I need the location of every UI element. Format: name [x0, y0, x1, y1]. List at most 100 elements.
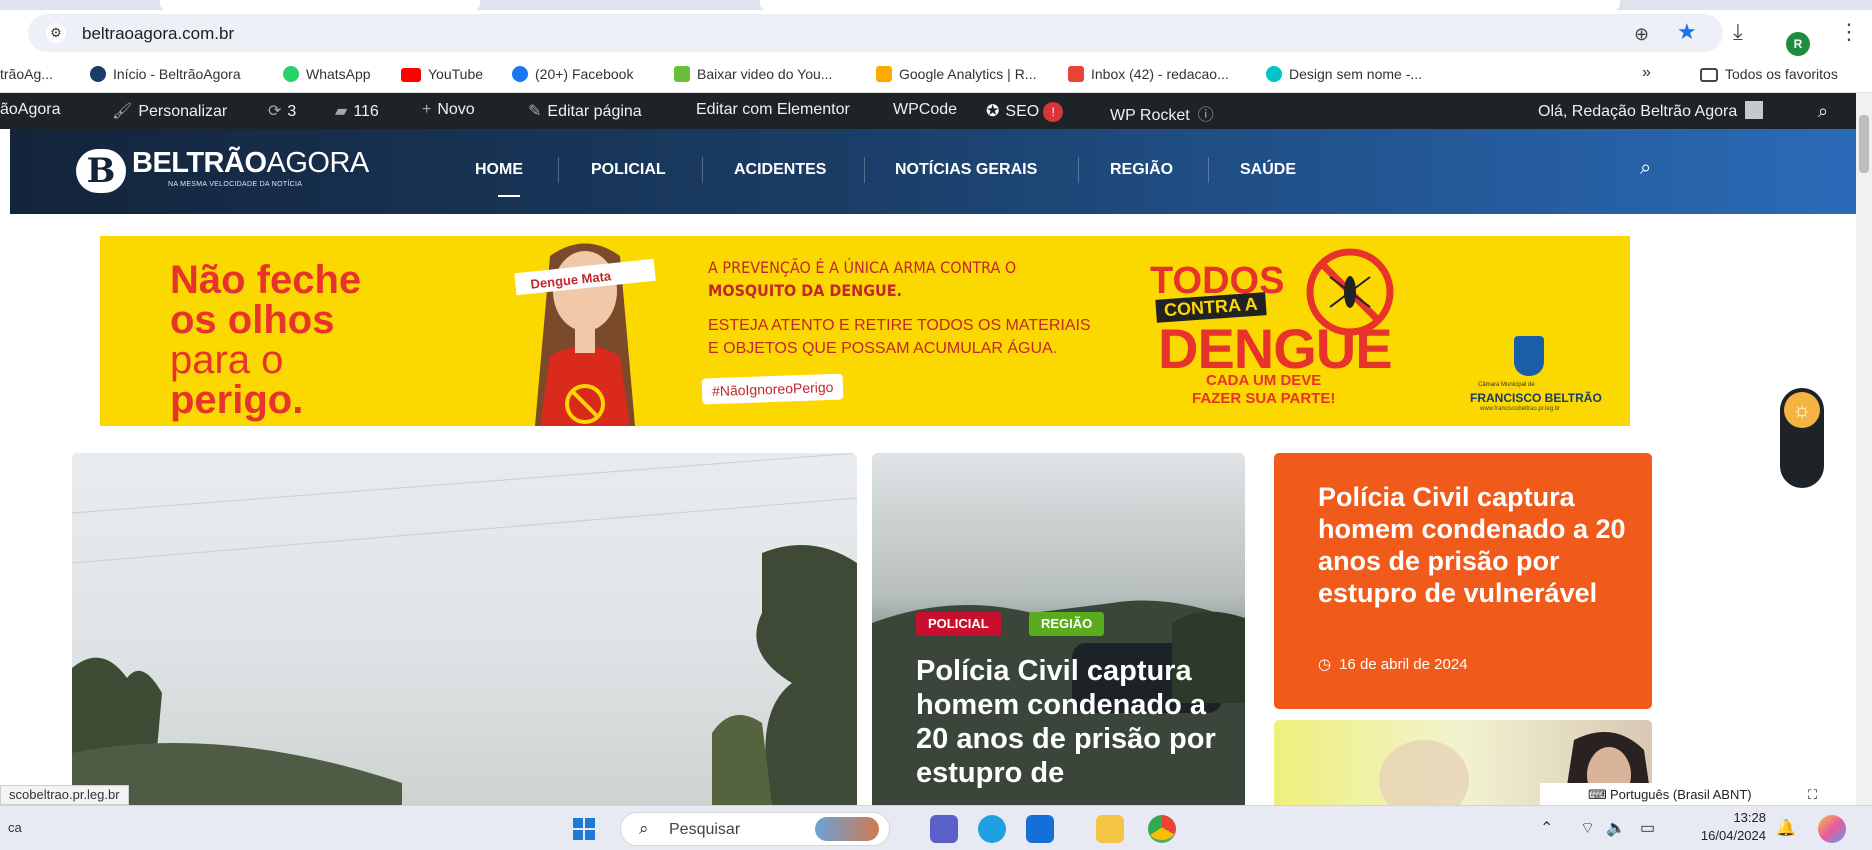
bookmarks-overflow-button[interactable]: »	[1642, 64, 1651, 82]
chamber-label: Câmara Municipal de	[1478, 382, 1535, 388]
plus-icon: +	[422, 101, 432, 118]
tab-fragment[interactable]	[760, 0, 1620, 10]
bookmark-item[interactable]: Inbox (42) - redacao...	[1068, 66, 1229, 82]
windows-start-icon[interactable]	[573, 818, 595, 840]
bookmark-item[interactable]: YouTube	[401, 66, 483, 82]
address-bar-row: ⚙ beltraoagora.com.br ⊕ ★ ⤓ R ⋮	[0, 10, 1872, 57]
mail-icon[interactable]	[1026, 815, 1054, 843]
bookmark-item[interactable]: Google Analytics | R...	[876, 66, 1036, 82]
admin-wpcode[interactable]: WPCode	[893, 101, 957, 119]
tag-regiao[interactable]: REGIÃO	[1029, 612, 1105, 636]
admin-new[interactable]: + Novo	[422, 101, 475, 119]
nav-divider	[702, 157, 703, 183]
site-settings-icon[interactable]: ⚙	[46, 23, 66, 43]
gmail-icon	[1068, 66, 1084, 82]
admin-edit-page[interactable]: ✎ Editar página	[528, 101, 642, 121]
menu-icon[interactable]: ⋮	[1838, 21, 1860, 43]
nav-regiao[interactable]: REGIÃO	[1110, 161, 1173, 179]
logo-mark-icon: B	[76, 149, 126, 193]
chrome-icon[interactable]	[1148, 815, 1176, 843]
admin-seo[interactable]: ✪ SEO!	[986, 101, 1064, 122]
nav-divider	[864, 157, 865, 183]
nav-active-indicator	[498, 195, 520, 197]
battery-icon[interactable]: ▭	[1640, 818, 1655, 838]
admin-account[interactable]: Olá, Redação Beltrão Agora	[1538, 101, 1764, 121]
bookmark-item[interactable]: WhatsApp	[283, 66, 371, 82]
pencil-icon: ✎	[528, 103, 542, 120]
admin-search-icon[interactable]: ⌕	[1818, 101, 1828, 122]
language-indicator[interactable]: ⌨ Português (Brasil ABNT) ⛶	[1540, 783, 1856, 805]
admin-updates[interactable]: ⟳ 3	[268, 101, 296, 121]
site-header: B BELTRÃOAGORA NA MESMA VELOCIDADE DA NO…	[10, 129, 1856, 214]
featured-post-image	[72, 453, 857, 805]
seo-icon: ✪	[986, 103, 1000, 120]
edge-icon[interactable]	[978, 815, 1006, 843]
omnibox[interactable]: ⚙ beltraoagora.com.br	[28, 14, 1723, 52]
url-text[interactable]: beltraoagora.com.br	[82, 24, 234, 44]
tag-policial[interactable]: POLICIAL	[916, 612, 1001, 636]
nav-home[interactable]: HOME	[475, 161, 523, 179]
bookmark-item[interactable]: Início - BeltrãoAgora	[90, 66, 241, 82]
nav-policial[interactable]: POLICIAL	[591, 161, 666, 179]
admin-wp-rocket[interactable]: WP Rocket ⓘ	[1110, 101, 1220, 125]
admin-site-name[interactable]: ãoAgora	[0, 101, 61, 119]
logo-wordmark: BELTRÃOAGORA	[132, 147, 369, 179]
clock[interactable]: 13:28 16/04/2024	[1686, 809, 1766, 845]
ad-hashtag: #NãoIgnoreoPerigo	[701, 373, 844, 405]
ad-message-top: A PREVENÇÃO É A ÚNICA ARMA CONTRA O MOSQU…	[708, 258, 1017, 300]
tray-chevron-icon[interactable]: ⌃	[1540, 818, 1553, 838]
bookmark-star-icon[interactable]: ★	[1677, 21, 1697, 43]
post-card-title[interactable]: Polícia Civil captura homem condenado a …	[916, 654, 1216, 790]
ad-banner[interactable]: Não feche os olhos para o perigo. Dengue…	[100, 236, 1630, 426]
taskbar: ca ⌕ Pesquisar ⌃ ⌔ 🔈 ▭ 13:28 16/04/2024 🔔	[0, 805, 1872, 850]
admin-elementor[interactable]: Editar com Elementor	[696, 101, 850, 119]
ad-cta: CADA UM DEVE FAZER SUA PARTE!	[1192, 372, 1336, 407]
nav-divider	[1078, 157, 1079, 183]
page-scrollbar[interactable]	[1856, 93, 1872, 805]
sun-icon: ☼	[1784, 392, 1820, 428]
bookmark-item[interactable]: trãoAg...	[0, 66, 53, 82]
post-card-title[interactable]: Polícia Civil captura homem condenado a …	[1318, 481, 1628, 609]
profile-avatar[interactable]: R	[1786, 32, 1810, 56]
bookmark-item[interactable]: Baixar video do You...	[674, 66, 832, 82]
canva-icon	[1266, 66, 1282, 82]
comment-icon: ▰	[335, 103, 348, 120]
taskbar-search[interactable]: ⌕ Pesquisar	[620, 812, 890, 846]
wifi-icon[interactable]: ⌔	[1580, 818, 1595, 838]
rocket-icon: ⓘ	[1197, 107, 1214, 124]
notification-bell-icon[interactable]: 🔔	[1776, 818, 1796, 838]
file-explorer-icon[interactable]	[1096, 815, 1124, 843]
site-search-icon[interactable]: ⌕	[1640, 157, 1651, 180]
taskbar-left-text: ca	[8, 820, 22, 835]
dark-mode-toggle[interactable]: ☼	[1780, 388, 1824, 488]
beltrao-icon	[90, 66, 106, 82]
bookmark-item[interactable]: (20+) Facebook	[512, 66, 633, 82]
nav-acidentes[interactable]: ACIDENTES	[734, 161, 826, 179]
nav-saude[interactable]: SAÚDE	[1240, 161, 1296, 179]
zoom-icon[interactable]: ⊕	[1634, 23, 1649, 45]
clock-icon: ◷	[1318, 656, 1332, 673]
tab-fragment[interactable]	[160, 0, 480, 10]
admin-customize[interactable]: 🖌 Personalizar	[112, 101, 227, 121]
expand-icon[interactable]: ⛶	[1808, 787, 1817, 803]
search-icon: ⌕	[639, 819, 649, 838]
download-icon[interactable]: ⤓	[1733, 21, 1743, 43]
copilot-icon[interactable]	[1818, 815, 1846, 843]
nav-noticias-gerais[interactable]: NOTÍCIAS GERAIS	[895, 161, 1037, 179]
featured-post-card[interactable]	[72, 453, 857, 805]
download-video-icon	[674, 66, 690, 82]
chamber-crest-icon	[1514, 336, 1544, 376]
brush-icon: 🖌	[112, 103, 133, 120]
all-bookmarks-folder[interactable]: Todos os favoritos	[1700, 66, 1838, 82]
logo-tagline: NA MESMA VELOCIDADE DA NOTÍCIA	[168, 181, 303, 188]
bookmarks-bar: trãoAg... Início - BeltrãoAgora WhatsApp…	[0, 57, 1872, 93]
scrollbar-thumb[interactable]	[1859, 115, 1869, 173]
volume-icon[interactable]: 🔈	[1606, 818, 1626, 838]
post-date: ◷ 16 de abril de 2024	[1318, 656, 1468, 673]
search-highlight-icon	[815, 817, 879, 841]
whatsapp-icon	[283, 66, 299, 82]
admin-comments[interactable]: ▰ 116	[335, 101, 379, 121]
teams-icon[interactable]	[930, 815, 958, 843]
post-card-orange[interactable]: Polícia Civil captura homem condenado a …	[1274, 453, 1652, 709]
bookmark-item[interactable]: Design sem nome -...	[1266, 66, 1422, 82]
